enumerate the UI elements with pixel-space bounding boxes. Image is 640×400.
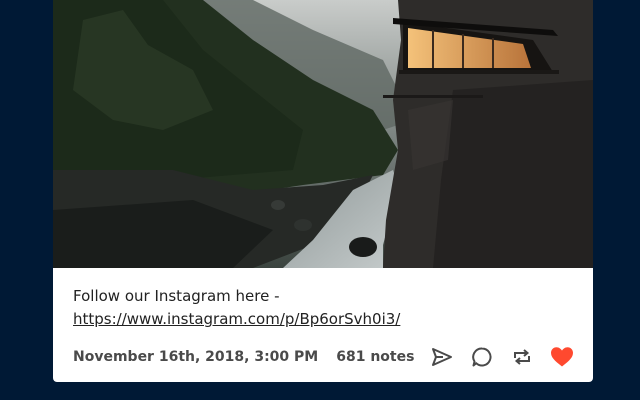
- notes-count[interactable]: 681 notes: [336, 349, 414, 365]
- share-button[interactable]: [429, 344, 455, 370]
- instagram-link[interactable]: https://www.instagram.com/p/Bp6orSvh0i3/: [73, 310, 400, 328]
- post-caption: Follow our Instagram here - https://www.…: [73, 285, 573, 331]
- cliff-house-landscape-image: [53, 0, 593, 268]
- caption-text: Follow our Instagram here -: [73, 287, 280, 305]
- reply-button[interactable]: [469, 344, 495, 370]
- post-photo[interactable]: [53, 0, 593, 268]
- post-footer: November 16th, 2018, 3:00 PM 681 notes: [73, 343, 575, 371]
- post-card: Follow our Instagram here - https://www.…: [53, 0, 593, 382]
- post-actions: [429, 344, 575, 370]
- reblog-icon: [514, 349, 530, 365]
- reblog-button[interactable]: [509, 344, 535, 370]
- reply-icon: [472, 347, 492, 367]
- like-button[interactable]: [549, 344, 575, 370]
- post-date[interactable]: November 16th, 2018, 3:00 PM: [73, 349, 318, 365]
- heart-icon: [551, 347, 573, 367]
- share-icon: [432, 348, 452, 366]
